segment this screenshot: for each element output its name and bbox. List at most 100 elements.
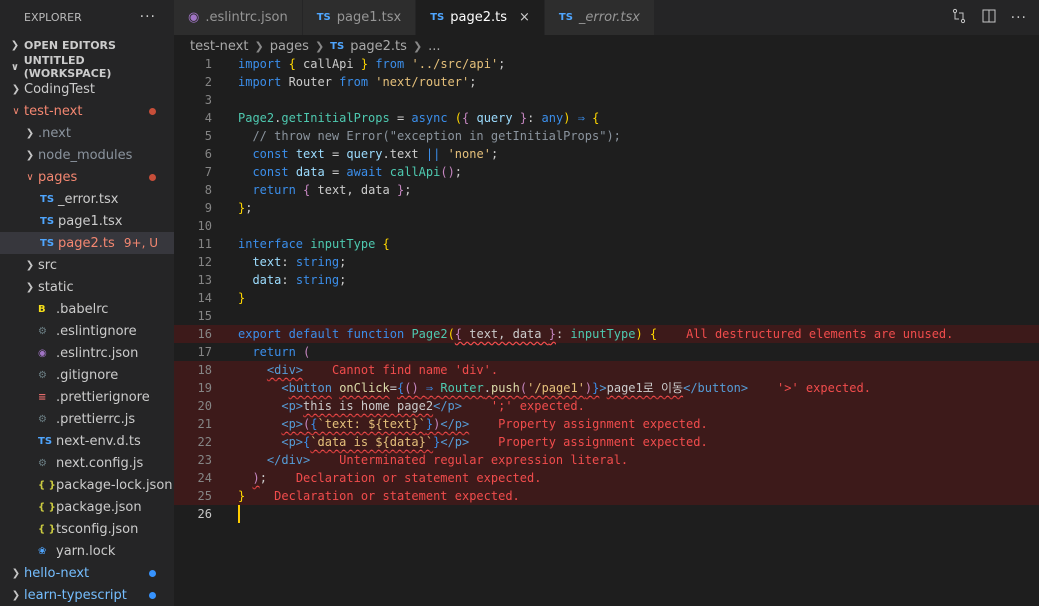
- tree-item[interactable]: TS _error.tsx: [0, 188, 174, 210]
- tree-item[interactable]: ❯ CodingTest: [0, 78, 174, 100]
- code-line[interactable]: 11 interface inputType {: [174, 235, 1039, 253]
- code-line[interactable]: 16 export default function Page2({ text, …: [174, 325, 1039, 343]
- code-line[interactable]: 19 <button onClick={() ⇒ Router.push('/p…: [174, 379, 1039, 397]
- chevron-right-icon: ❯: [412, 39, 423, 53]
- status-dot: [149, 591, 156, 599]
- tree-item[interactable]: ❯ learn-typescript: [0, 584, 174, 606]
- tree-item[interactable]: ❯ hello-next: [0, 562, 174, 584]
- tree-item[interactable]: ◉ .eslintrc.json: [0, 342, 174, 364]
- code-line[interactable]: 14}: [174, 289, 1039, 307]
- code-line[interactable]: 17 return (: [174, 343, 1039, 361]
- more-actions-icon[interactable]: ···: [1011, 10, 1027, 26]
- json-file-icon: { }: [38, 479, 56, 491]
- chevron-right-icon: ❯: [314, 39, 325, 53]
- tree-item-label: package-lock.json: [56, 477, 173, 493]
- code-line[interactable]: 5 // throw new Error("exception in getIn…: [174, 127, 1039, 145]
- open-editors-section[interactable]: ❯ OPEN EDITORS: [0, 34, 174, 56]
- tree-item-label: _error.tsx: [58, 191, 119, 207]
- tree-item-label: test-next: [24, 103, 83, 119]
- tree-item[interactable]: { } tsconfig.json: [0, 518, 174, 540]
- code-line[interactable]: 18 <div> Cannot find name 'div'.: [174, 361, 1039, 379]
- breadcrumb-item[interactable]: pages: [270, 39, 309, 54]
- status-dot: [149, 107, 156, 115]
- tab-label: .eslintrc.json: [205, 10, 288, 25]
- code-line[interactable]: 22 <p>{`data is ${data}`}</p> Property a…: [174, 433, 1039, 451]
- code-line[interactable]: 21 <p>({`text: ${text}`})</p> Property a…: [174, 415, 1039, 433]
- code-line[interactable]: 10: [174, 217, 1039, 235]
- tree-item[interactable]: ❯ node_modules: [0, 144, 174, 166]
- breadcrumb-item[interactable]: ...: [428, 39, 440, 54]
- compare-changes-icon[interactable]: [951, 8, 967, 28]
- tree-item[interactable]: ❯ .next: [0, 122, 174, 144]
- typescript-file-icon: TS: [40, 193, 55, 205]
- config-file-icon: ⚙: [38, 369, 47, 381]
- split-editor-icon[interactable]: [981, 8, 997, 28]
- tree-item-label: .prettierignore: [56, 389, 150, 405]
- code-line[interactable]: 2 import Router from 'next/router';: [174, 73, 1039, 91]
- code-line[interactable]: 26: [174, 505, 1039, 523]
- tree-item[interactable]: ∨ pages: [0, 166, 174, 188]
- tree-item[interactable]: { } package-lock.json: [0, 474, 174, 496]
- code-line[interactable]: 20 <p>this is home page2</p> ';' expecte…: [174, 397, 1039, 415]
- explorer-title: EXPLORER: [24, 10, 82, 24]
- code-line[interactable]: 8 return { text, data };: [174, 181, 1039, 199]
- chevron-right-icon: ❯: [11, 83, 21, 95]
- code-line[interactable]: 13 data: string;: [174, 271, 1039, 289]
- tree-item-label: .prettierrc.js: [56, 411, 136, 427]
- diagnostic-message: All destructured elements are unused.: [686, 327, 954, 341]
- code-line[interactable]: 4 Page2.getInitialProps = async ({ query …: [174, 109, 1039, 127]
- tree-item[interactable]: ≡ .prettierignore: [0, 386, 174, 408]
- tree-item[interactable]: ⚙ next.config.js: [0, 452, 174, 474]
- tree-item[interactable]: { } package.json: [0, 496, 174, 518]
- tab-label: page1.tsx: [336, 10, 402, 25]
- code-line[interactable]: 3: [174, 91, 1039, 109]
- chevron-right-icon: ❯: [11, 589, 21, 601]
- typescript-file-icon: TS: [40, 215, 55, 227]
- tree-item[interactable]: ⚙ .gitignore: [0, 364, 174, 386]
- tree-item[interactable]: B .babelrc: [0, 298, 174, 320]
- code-line[interactable]: 23 </div> Unterminated regular expressio…: [174, 451, 1039, 469]
- diagnostic-message: Property assignment expected.: [498, 435, 708, 449]
- close-icon[interactable]: ×: [519, 10, 530, 25]
- code-line[interactable]: 7 const data = await callApi();: [174, 163, 1039, 181]
- chevron-right-icon: ❯: [25, 149, 35, 161]
- code-line[interactable]: 24 ); Declaration or statement expected.: [174, 469, 1039, 487]
- tree-item[interactable]: ❯ static: [0, 276, 174, 298]
- code-line[interactable]: 9};: [174, 199, 1039, 217]
- editor-tab[interactable]: ◉ .eslintrc.json: [174, 0, 303, 35]
- typescript-file-icon: TS: [38, 435, 53, 447]
- code-line[interactable]: 12 text: string;: [174, 253, 1039, 271]
- code-line[interactable]: 25} Declaration or statement expected.: [174, 487, 1039, 505]
- tree-item[interactable]: ∨ test-next: [0, 100, 174, 122]
- editor-tab[interactable]: TS page1.tsx: [302, 0, 417, 35]
- editor-tab[interactable]: TS page2.ts ×: [416, 0, 545, 35]
- editor-tab[interactable]: TS _error.tsx: [544, 0, 655, 35]
- tree-item-label: .eslintignore: [56, 323, 137, 339]
- code-line[interactable]: 1 import { callApi } from '../src/api';: [174, 55, 1039, 73]
- tree-item-label: learn-typescript: [24, 587, 127, 603]
- diagnostic-message: ';' expected.: [490, 399, 585, 413]
- editor-tabs: ◉ .eslintrc.json TS page1.tsx TS page2.ts × TS _…: [174, 0, 1039, 35]
- tree-item[interactable]: TS page1.tsx: [0, 210, 174, 232]
- breadcrumb: test-next ❯ pages ❯ TS page2.ts ❯ ...: [190, 35, 441, 57]
- workspace-section[interactable]: ∨ UNTITLED (WORKSPACE): [0, 54, 174, 80]
- tree-item[interactable]: ⚙ .prettierrc.js: [0, 408, 174, 430]
- breadcrumb-item[interactable]: test-next: [190, 39, 248, 54]
- workspace-label: UNTITLED (WORKSPACE): [23, 54, 112, 80]
- tree-item[interactable]: TS page2.ts 9+, U: [0, 232, 174, 254]
- tree-item[interactable]: ❀ yarn.lock: [0, 540, 174, 562]
- more-actions-icon[interactable]: ···: [140, 9, 156, 25]
- status-dot: [149, 173, 156, 181]
- typescript-file-icon: TS: [40, 237, 55, 249]
- tree-item[interactable]: TS next-env.d.ts: [0, 430, 174, 452]
- typescript-file-icon: TS: [558, 12, 573, 23]
- tree-item[interactable]: ⚙ .eslintignore: [0, 320, 174, 342]
- tree-item-label: src: [38, 257, 57, 273]
- tree-item[interactable]: ❯ src: [0, 254, 174, 276]
- code-line[interactable]: 15: [174, 307, 1039, 325]
- breadcrumb-item[interactable]: page2.ts: [350, 39, 407, 54]
- code-line[interactable]: 6 const text = query.text || 'none';: [174, 145, 1039, 163]
- json-file-icon: { }: [38, 523, 56, 535]
- code-editor[interactable]: 1 import { callApi } from '../src/api'; 2…: [174, 55, 1039, 606]
- tree-item-label: node_modules: [38, 147, 133, 163]
